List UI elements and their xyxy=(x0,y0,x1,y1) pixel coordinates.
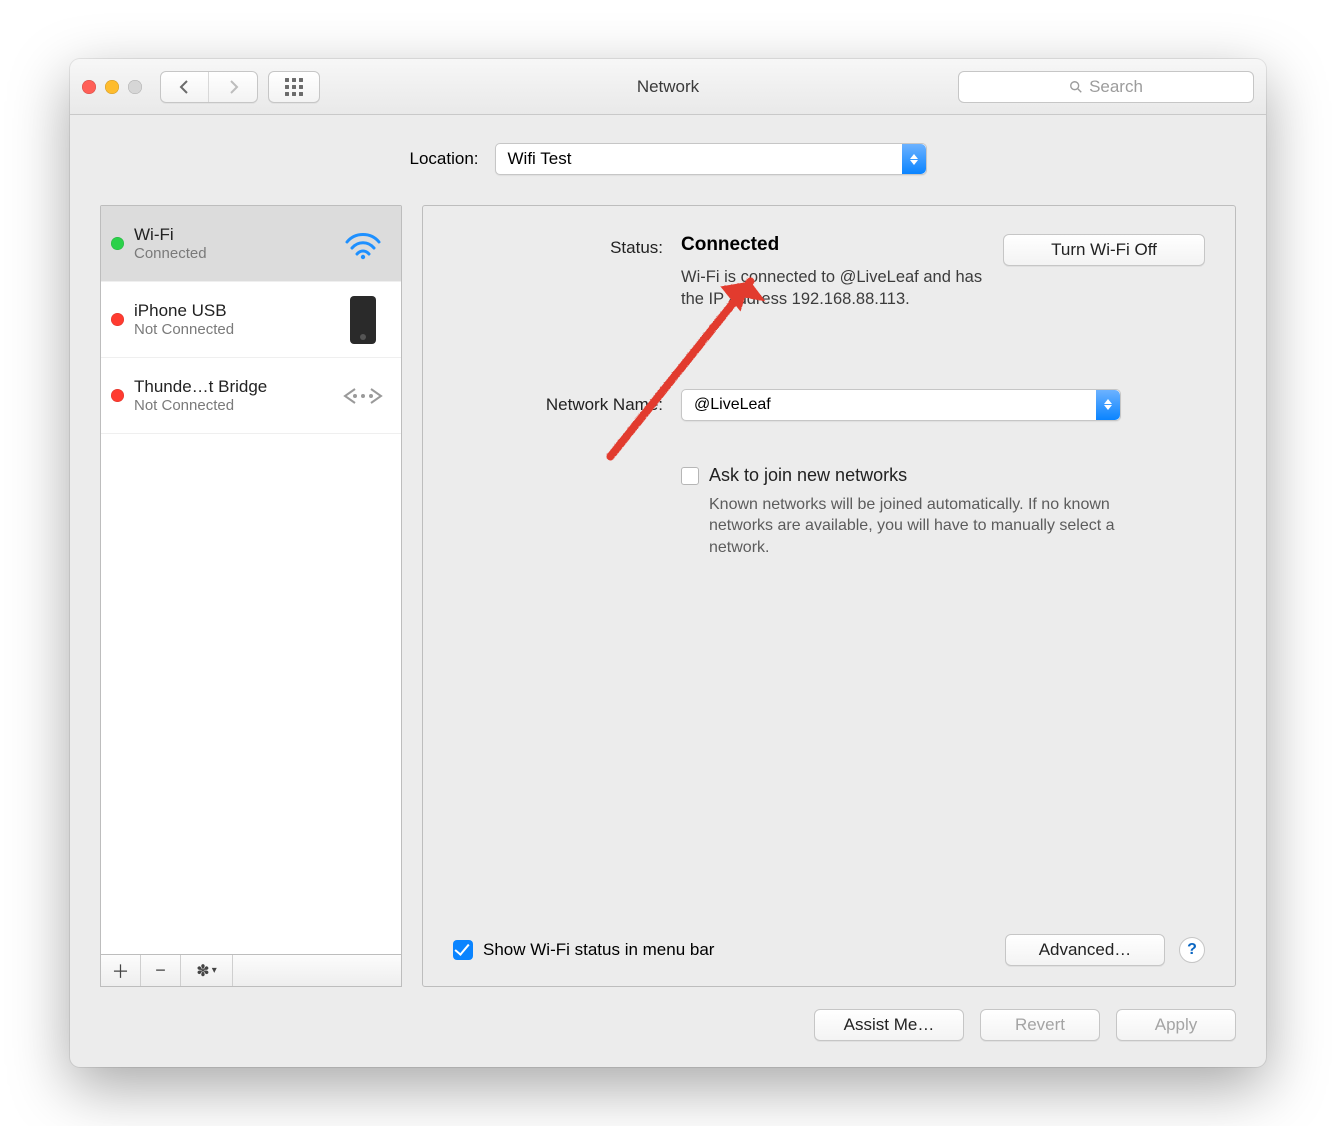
sidebar-item-wifi[interactable]: Wi-Fi Connected xyxy=(101,206,401,282)
location-label: Location: xyxy=(410,149,479,169)
network-name-select[interactable]: @LiveLeaf xyxy=(681,389,1121,421)
show-all-button[interactable] xyxy=(268,71,320,103)
sidebar-item-label: Wi-Fi xyxy=(134,225,329,245)
ask-join-description: Known networks will be joined automatica… xyxy=(709,494,1119,559)
apply-button[interactable]: Apply xyxy=(1116,1009,1236,1041)
search-icon xyxy=(1069,80,1083,94)
gear-icon: ✽ xyxy=(196,961,209,981)
ask-join-label: Ask to join new networks xyxy=(709,465,1119,486)
status-dot-icon xyxy=(111,237,124,250)
minus-icon: − xyxy=(155,960,166,981)
close-icon[interactable] xyxy=(82,80,96,94)
sidebar-item-sub: Connected xyxy=(134,245,329,262)
sidebar-item-label: Thunde…t Bridge xyxy=(134,377,329,397)
help-icon: ? xyxy=(1187,941,1197,959)
interface-action-button[interactable]: ✽ ▾ xyxy=(181,955,233,986)
bottom-bar: Assist Me… Revert Apply xyxy=(70,987,1266,1067)
status-row: Status: Connected Wi-Fi is connected to … xyxy=(453,234,1205,311)
revert-button[interactable]: Revert xyxy=(980,1009,1100,1041)
nav-group xyxy=(160,71,258,103)
ask-join-checkbox[interactable] xyxy=(681,467,699,485)
grid-icon xyxy=(285,78,303,96)
add-interface-button[interactable]: ＋ xyxy=(101,955,141,986)
status-dot-icon xyxy=(111,313,124,326)
interface-list: Wi-Fi Connected xyxy=(101,206,401,954)
titlebar: Network Search xyxy=(70,59,1266,115)
zoom-icon[interactable] xyxy=(128,80,142,94)
status-label: Status: xyxy=(453,234,663,258)
location-value: Wifi Test xyxy=(508,149,572,169)
network-name-value: @LiveLeaf xyxy=(694,396,771,414)
show-status-label: Show Wi-Fi status in menu bar xyxy=(483,940,714,960)
wifi-toggle-button[interactable]: Turn Wi-Fi Off xyxy=(1003,234,1205,266)
chevron-updown-icon xyxy=(902,144,926,174)
sidebar-item-thunderbolt-bridge[interactable]: Thunde…t Bridge Not Connected xyxy=(101,358,401,434)
show-status-checkbox[interactable] xyxy=(453,940,473,960)
iphone-icon xyxy=(339,296,387,344)
status-dot-icon xyxy=(111,389,124,402)
thunderbolt-bridge-icon xyxy=(339,381,387,411)
preferences-window: Network Search Location: Wifi Test Wi-Fi… xyxy=(70,59,1266,1067)
minimize-icon[interactable] xyxy=(105,80,119,94)
wifi-icon xyxy=(339,228,387,260)
chevron-updown-icon xyxy=(1096,390,1120,420)
network-name-row: Network Name: @LiveLeaf xyxy=(453,389,1205,421)
forward-button[interactable] xyxy=(209,72,257,102)
content-area: Wi-Fi Connected xyxy=(70,205,1266,987)
status-value: Connected xyxy=(681,234,985,256)
assist-me-button[interactable]: Assist Me… xyxy=(814,1009,964,1041)
status-description: Wi-Fi is connected to @LiveLeaf and has … xyxy=(681,266,985,311)
main-panel: Status: Connected Wi-Fi is connected to … xyxy=(422,205,1236,987)
remove-interface-button[interactable]: − xyxy=(141,955,181,986)
back-button[interactable] xyxy=(161,72,209,102)
window-controls xyxy=(82,80,142,94)
sidebar-item-sub: Not Connected xyxy=(134,397,329,414)
network-name-label: Network Name: xyxy=(453,395,663,415)
plus-icon: ＋ xyxy=(112,958,130,984)
search-input[interactable]: Search xyxy=(958,71,1254,103)
sidebar-item-label: iPhone USB xyxy=(134,301,329,321)
location-select[interactable]: Wifi Test xyxy=(495,143,927,175)
sidebar-footer-spacer xyxy=(233,955,401,986)
main-footer: Show Wi-Fi status in menu bar Advanced… … xyxy=(453,914,1205,966)
ask-join-row: Ask to join new networks Known networks … xyxy=(681,465,1205,559)
search-placeholder: Search xyxy=(1089,77,1143,97)
sidebar-footer: ＋ − ✽ ▾ xyxy=(101,954,401,986)
sidebar-item-sub: Not Connected xyxy=(134,321,329,338)
advanced-button[interactable]: Advanced… xyxy=(1005,934,1165,966)
sidebar-item-iphone-usb[interactable]: iPhone USB Not Connected xyxy=(101,282,401,358)
chevron-down-icon: ▾ xyxy=(212,965,217,976)
help-button[interactable]: ? xyxy=(1179,937,1205,963)
interface-sidebar: Wi-Fi Connected xyxy=(100,205,402,987)
location-row: Location: Wifi Test xyxy=(70,115,1266,205)
